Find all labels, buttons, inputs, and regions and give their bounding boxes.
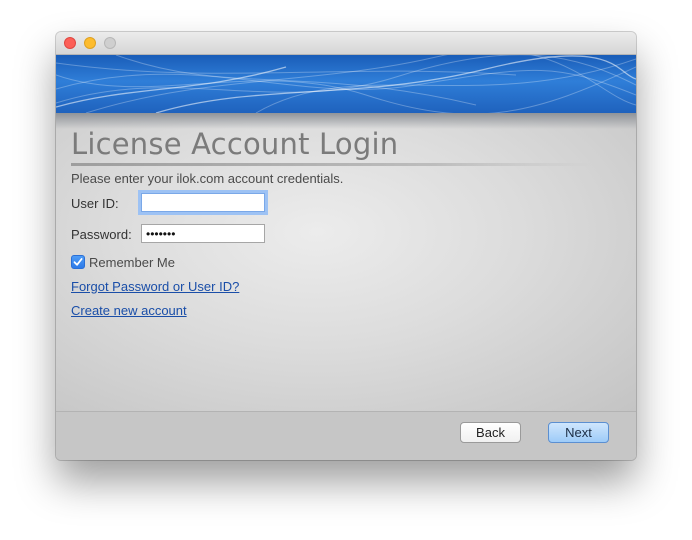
checkmark-icon <box>73 258 83 266</box>
create-account-link[interactable]: Create new account <box>71 303 187 318</box>
password-input[interactable]: ••••••• <box>141 224 265 243</box>
minimize-window-button[interactable] <box>84 37 96 49</box>
header-banner <box>56 55 636 113</box>
password-label: Password: <box>71 227 132 242</box>
back-button[interactable]: Back <box>460 422 521 443</box>
close-window-button[interactable] <box>64 37 76 49</box>
page-title: License Account Login <box>71 127 399 161</box>
password-masked-value: ••••••• <box>146 227 176 241</box>
login-window: License Account Login Please enter your … <box>56 32 636 460</box>
button-bar: Back Next <box>56 411 636 460</box>
zoom-window-button[interactable] <box>104 37 116 49</box>
remember-me-label[interactable]: Remember Me <box>89 255 175 270</box>
banner-wave-graphic <box>56 55 636 113</box>
next-button[interactable]: Next <box>548 422 609 443</box>
user-id-input[interactable] <box>141 193 265 212</box>
remember-me-checkbox[interactable] <box>71 255 85 269</box>
user-id-label: User ID: <box>71 196 119 211</box>
forgot-password-link[interactable]: Forgot Password or User ID? <box>71 279 239 294</box>
title-divider <box>71 163 591 166</box>
instructions-text: Please enter your ilok.com account crede… <box>71 171 344 186</box>
title-bar <box>56 32 636 55</box>
